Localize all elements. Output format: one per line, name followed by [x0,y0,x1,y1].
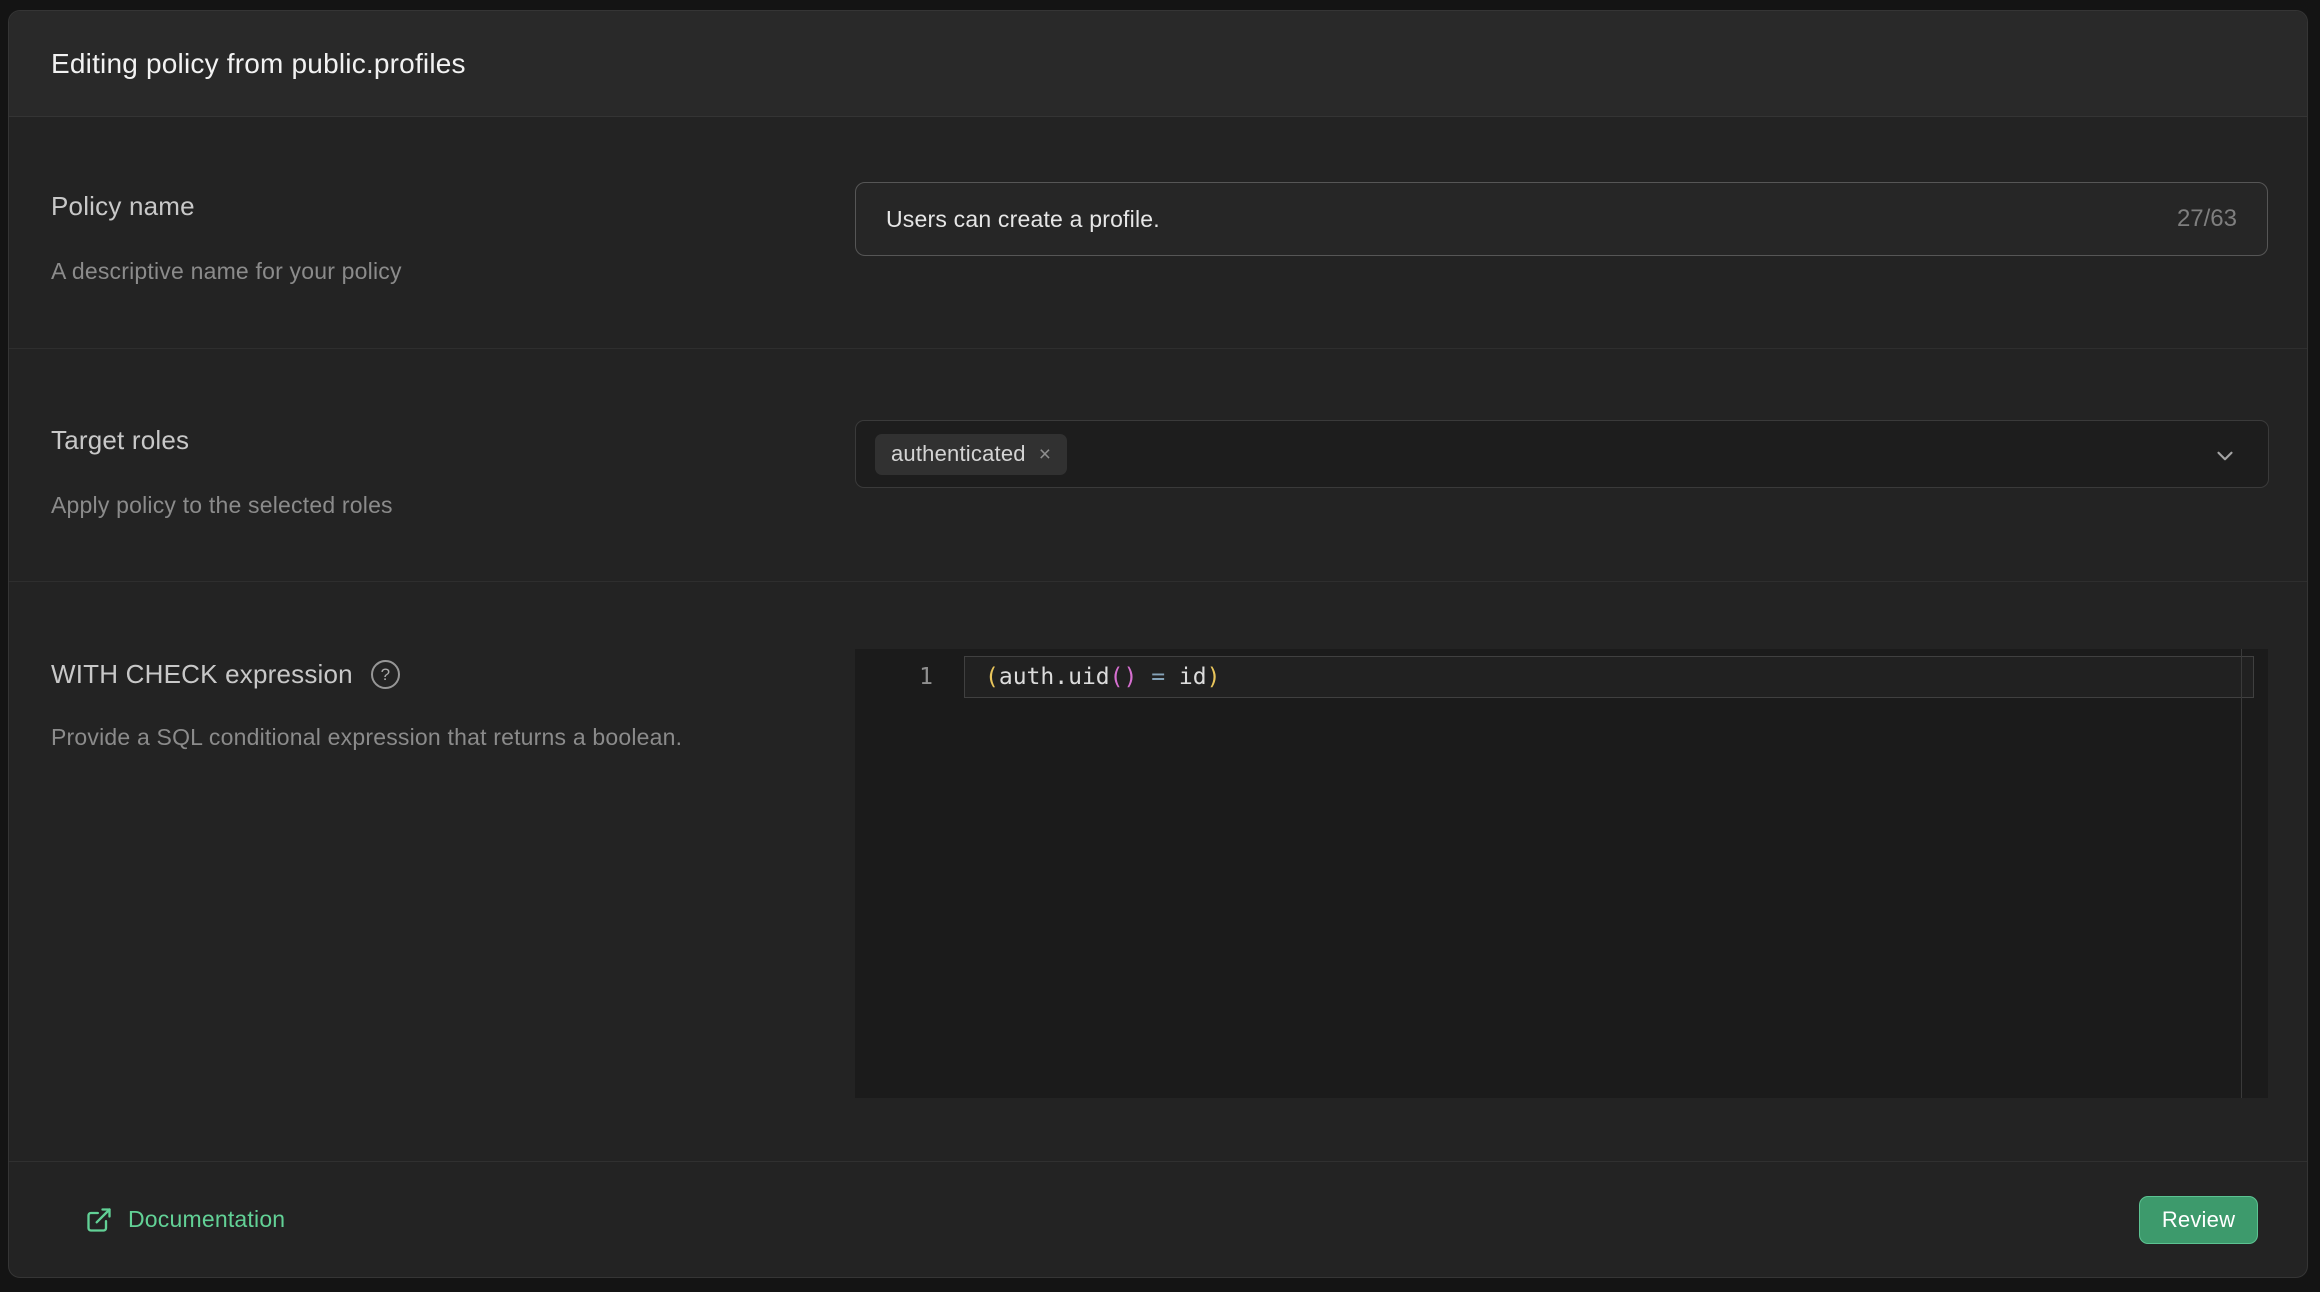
code-token: id [1179,657,1207,697]
dialog-title: Editing policy from public.profiles [51,48,466,80]
code-token: auth.uid [999,657,1110,697]
policy-name-label: Policy name [51,191,771,221]
policy-name-section: Policy name A descriptive name for your … [9,117,2307,349]
code-token: = [1137,657,1179,697]
background-text-fragment: e [0,236,8,267]
documentation-link-label: Documentation [128,1206,285,1233]
documentation-link[interactable]: Documentation [85,1206,285,1234]
target-roles-label: Target roles [51,425,771,455]
target-roles-labels: Target roles Apply policy to the selecte… [51,349,771,525]
code-token: ) [1207,657,1221,697]
policy-name-description: A descriptive name for your policy [51,252,771,291]
external-link-icon [85,1206,113,1234]
chevron-down-icon [2212,443,2238,469]
policy-name-labels: Policy name A descriptive name for your … [51,117,771,291]
with-check-label: WITH CHECK expression [51,659,353,689]
with-check-labels: WITH CHECK expression ? Provide a SQL co… [51,582,771,757]
with-check-description: Provide a SQL conditional expression tha… [51,718,706,757]
line-number: 1 [855,656,933,698]
sql-code-editor[interactable]: 1 ( auth.uid () = id ) [855,649,2268,1098]
policy-name-input[interactable]: Users can create a profile. 27/63 [855,182,2268,256]
with-check-section: WITH CHECK expression ? Provide a SQL co… [9,582,2307,1161]
role-chip-authenticated: authenticated × [875,434,1067,475]
help-icon[interactable]: ? [371,660,400,689]
code-token: () [1110,657,1138,697]
char-counter: 27/63 [2177,205,2237,233]
policy-name-value: Users can create a profile. [886,206,2177,233]
remove-role-icon[interactable]: × [1039,444,1051,465]
code-active-line: ( auth.uid () = id ) [964,656,2254,698]
role-chip-label: authenticated [891,441,1026,467]
edit-policy-dialog: Editing policy from public.profiles Poli… [8,10,2308,1278]
dialog-header: Editing policy from public.profiles [9,11,2307,117]
editor-ruler-divider [2241,649,2242,1098]
background-text-fragment: r [0,76,8,107]
page-background: r e Editing policy from public.profiles … [0,0,2320,1292]
target-roles-section: Target roles Apply policy to the selecte… [9,349,2307,582]
code-token: ( [985,657,999,697]
review-button[interactable]: Review [2139,1196,2258,1244]
dialog-footer: Documentation Review [9,1161,2307,1277]
target-roles-description: Apply policy to the selected roles [51,486,771,525]
target-roles-select[interactable]: authenticated × [855,420,2269,488]
